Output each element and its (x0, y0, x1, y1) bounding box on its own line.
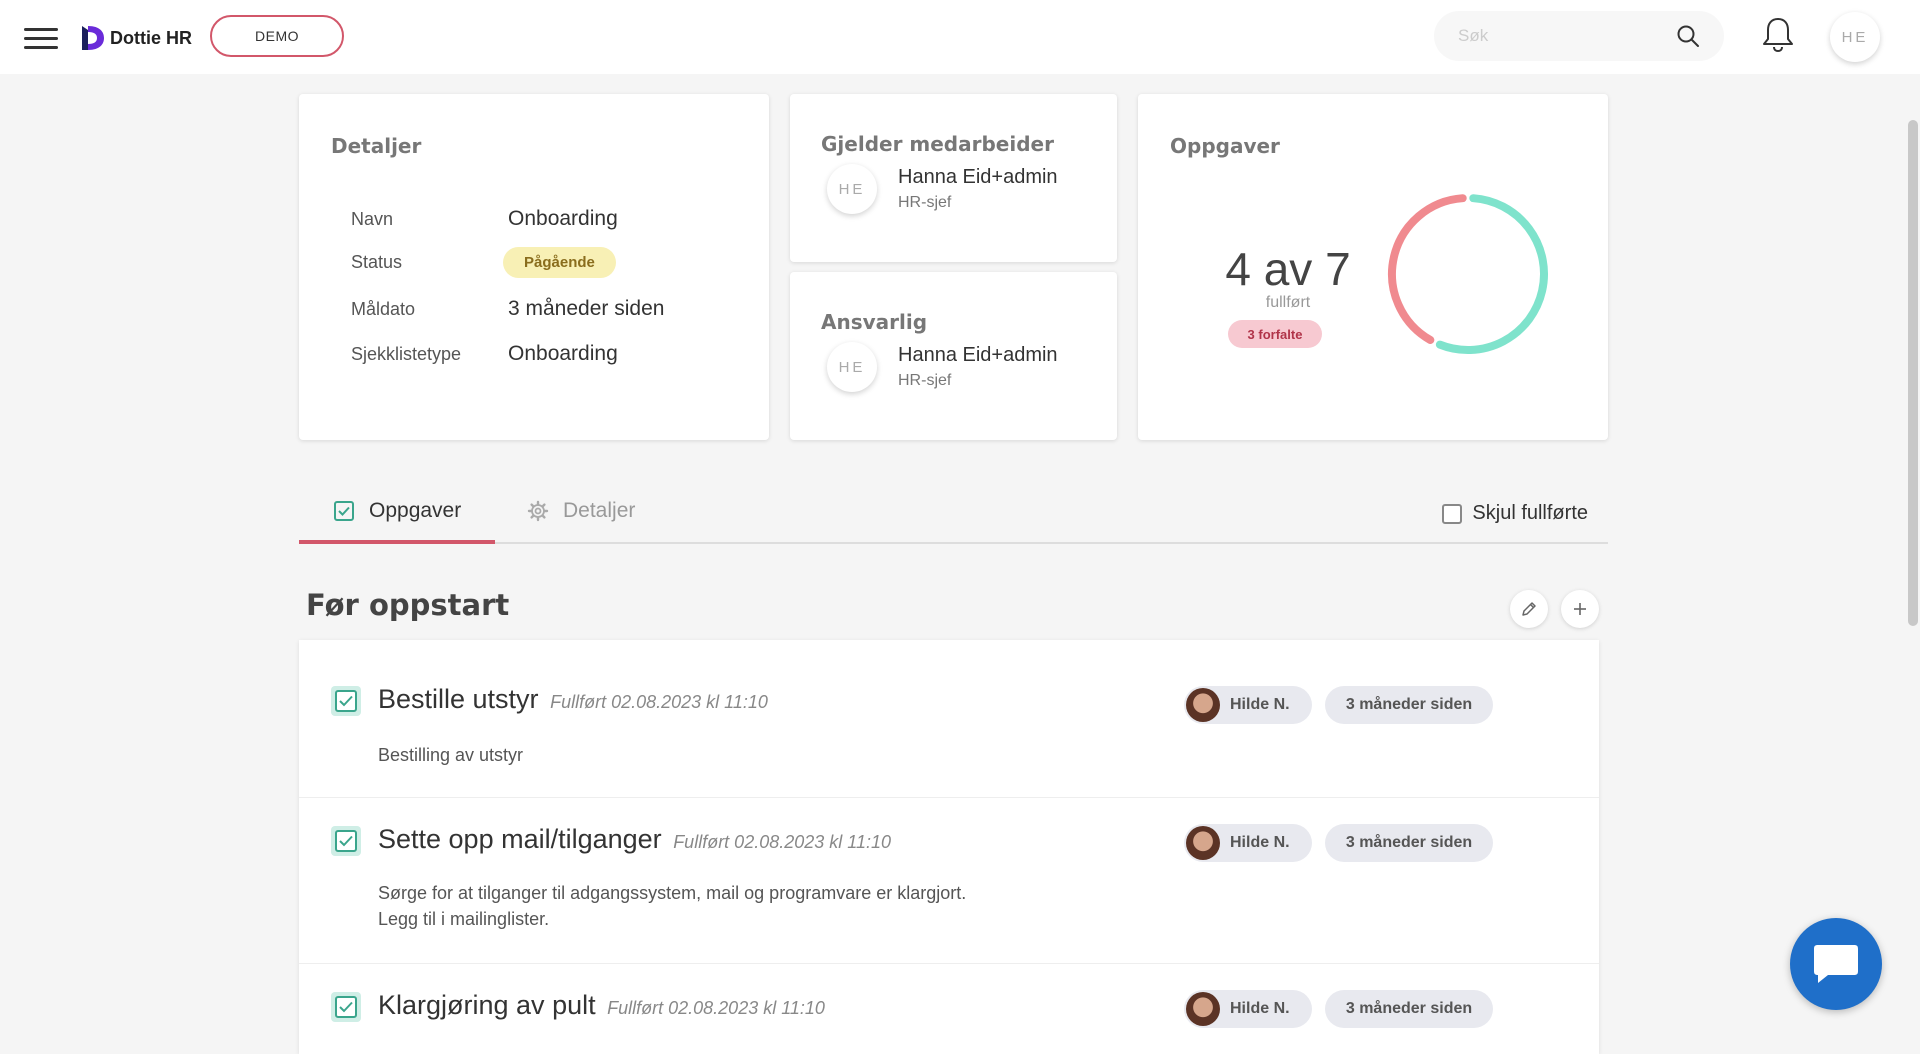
top-bar: Dottie HR DEMO HE (0, 0, 1920, 74)
plus-icon (1574, 603, 1586, 615)
assignee-avatar (1186, 826, 1220, 860)
chat-bubble-icon (1814, 945, 1858, 983)
status-badge: Pågående (503, 247, 616, 278)
details-title: Detaljer (331, 134, 422, 158)
detail-row-name: Navn Onboarding (351, 207, 618, 231)
task-name: Bestille utstyr (378, 684, 539, 714)
tab-details[interactable]: Detaljer (527, 478, 635, 544)
search-box (1434, 11, 1724, 61)
due-date-chip[interactable]: 3 måneder siden (1325, 990, 1493, 1028)
task-name: Klargjøring av pult (378, 990, 596, 1020)
employee-card: Gjelder medarbeider HE Hanna Eid+admin H… (790, 94, 1117, 262)
gear-icon (527, 500, 549, 522)
task-checkbox[interactable] (331, 826, 361, 856)
donut-overdue-arc (1388, 194, 1467, 345)
detail-label: Måldato (351, 298, 416, 319)
brand-name: Dottie HR (110, 27, 192, 48)
task-title[interactable]: Bestille utstyr Fullført 02.08.2023 kl 1… (378, 684, 768, 715)
task-count-label: fullført (1265, 294, 1311, 311)
employee-title: Gjelder medarbeider (821, 132, 1054, 156)
task-completed-timestamp: Fullført 02.08.2023 kl 11:10 (673, 832, 891, 852)
tasks-summary-title: Oppgaver (1170, 134, 1280, 158)
assignee-avatar (1186, 992, 1220, 1026)
scrollbar[interactable] (1908, 120, 1918, 626)
detail-label: Status (351, 252, 403, 272)
task-row[interactable]: Sette opp mail/tilganger Fullført 02.08.… (299, 798, 1599, 964)
details-card: Detaljer Navn Onboarding Status Pågående… (299, 94, 769, 440)
assignee-chip[interactable]: Hilde N. (1184, 990, 1312, 1028)
user-avatar[interactable]: HE (1830, 12, 1880, 62)
search-icon[interactable] (1676, 24, 1700, 48)
hide-completed-toggle[interactable]: Skjul fullførte (1442, 502, 1588, 525)
employee-avatar[interactable]: HE (827, 164, 877, 214)
donut-completed-arc (1435, 194, 1548, 355)
tab-tasks[interactable]: Oppgaver (333, 478, 461, 544)
due-date-chip[interactable]: 3 måneder siden (1325, 686, 1493, 724)
detail-value: Onboarding (508, 207, 618, 230)
checkbox-icon (334, 501, 354, 521)
demo-button[interactable]: DEMO (210, 15, 344, 57)
pencil-icon (1522, 602, 1536, 616)
hide-completed-label: Skjul fullførte (1472, 502, 1588, 524)
task-row[interactable]: Klargjøring av pult Fullført 02.08.2023 … (299, 964, 1599, 1054)
task-list: Bestille utstyr Fullført 02.08.2023 kl 1… (299, 640, 1599, 1054)
task-checkbox[interactable] (331, 686, 361, 716)
task-count: 4 av 7 (1225, 243, 1351, 295)
task-completed-timestamp: Fullført 02.08.2023 kl 11:10 (550, 692, 768, 712)
edit-section-button[interactable] (1510, 590, 1548, 628)
tab-label: Oppgaver (369, 499, 462, 522)
detail-row-checklist-type: Sjekklistetype Onboarding (351, 342, 618, 366)
detail-row-status: Status Pågående (351, 247, 616, 278)
task-name: Sette opp mail/tilganger (378, 824, 662, 854)
dottie-logo-icon (82, 26, 104, 50)
search-input[interactable] (1458, 25, 1658, 47)
assignee-chip[interactable]: Hilde N. (1184, 686, 1312, 724)
task-description-line: Bestilling av utstyr (378, 745, 524, 765)
tab-label: Detaljer (563, 499, 636, 522)
detail-label: Sjekklistetype (351, 343, 462, 364)
task-description-line: Legg til i mailinglister. (378, 909, 550, 929)
task-description: Bestilling av utstyr (378, 742, 523, 768)
detail-value: Onboarding (508, 342, 618, 365)
assignee-avatar (1186, 688, 1220, 722)
logo[interactable]: Dottie HR (80, 24, 192, 52)
task-completed-timestamp: Fullført 02.08.2023 kl 11:10 (607, 998, 825, 1018)
detail-label: Navn (351, 208, 394, 229)
assignee-name: Hilde N. (1230, 834, 1290, 851)
task-row[interactable]: Bestille utstyr Fullført 02.08.2023 kl 1… (299, 640, 1599, 798)
active-tab-indicator (299, 540, 495, 544)
add-task-button[interactable] (1561, 590, 1599, 628)
assignee-chip[interactable]: Hilde N. (1184, 824, 1312, 862)
checkmark-icon (339, 835, 353, 847)
responsible-role: HR-sjef (898, 372, 952, 389)
checkmark-icon (339, 1001, 353, 1013)
detail-row-due-date: Måldato 3 måneder siden (351, 297, 664, 321)
detail-value: 3 måneder siden (508, 297, 665, 320)
responsible-card: Ansvarlig HE Hanna Eid+admin HR-sjef (790, 272, 1117, 440)
overdue-badge: 3 forfalte (1228, 320, 1322, 348)
section-title: Før oppstart (306, 588, 510, 622)
progress-donut (1388, 194, 1548, 355)
employee-role: HR-sjef (898, 194, 952, 211)
bell-icon[interactable] (1760, 15, 1796, 53)
responsible-name[interactable]: Hanna Eid+admin (898, 344, 1058, 367)
task-title[interactable]: Klargjøring av pult Fullført 02.08.2023 … (378, 990, 825, 1021)
checkmark-icon (339, 695, 353, 707)
employee-name[interactable]: Hanna Eid+admin (898, 166, 1058, 189)
task-description: Sørge for at tilganger til adgangssystem… (378, 880, 966, 932)
due-date-chip[interactable]: 3 måneder siden (1325, 824, 1493, 862)
chat-button[interactable] (1790, 918, 1882, 1010)
responsible-avatar[interactable]: HE (827, 342, 877, 392)
tasks-summary-card: Oppgaver 4 av 7 fullført 3 forfalte (1138, 94, 1608, 440)
hide-completed-checkbox[interactable] (1442, 503, 1463, 524)
tab-bar: Oppgaver Detaljer Skjul fullførte (299, 478, 1608, 544)
menu-icon[interactable] (24, 28, 58, 50)
responsible-title: Ansvarlig (821, 310, 928, 334)
assignee-name: Hilde N. (1230, 1000, 1290, 1017)
assignee-name: Hilde N. (1230, 696, 1290, 713)
task-title[interactable]: Sette opp mail/tilganger Fullført 02.08.… (378, 824, 891, 855)
task-description-line: Sørge for at tilganger til adgangssystem… (378, 883, 967, 903)
task-checkbox[interactable] (331, 992, 361, 1022)
